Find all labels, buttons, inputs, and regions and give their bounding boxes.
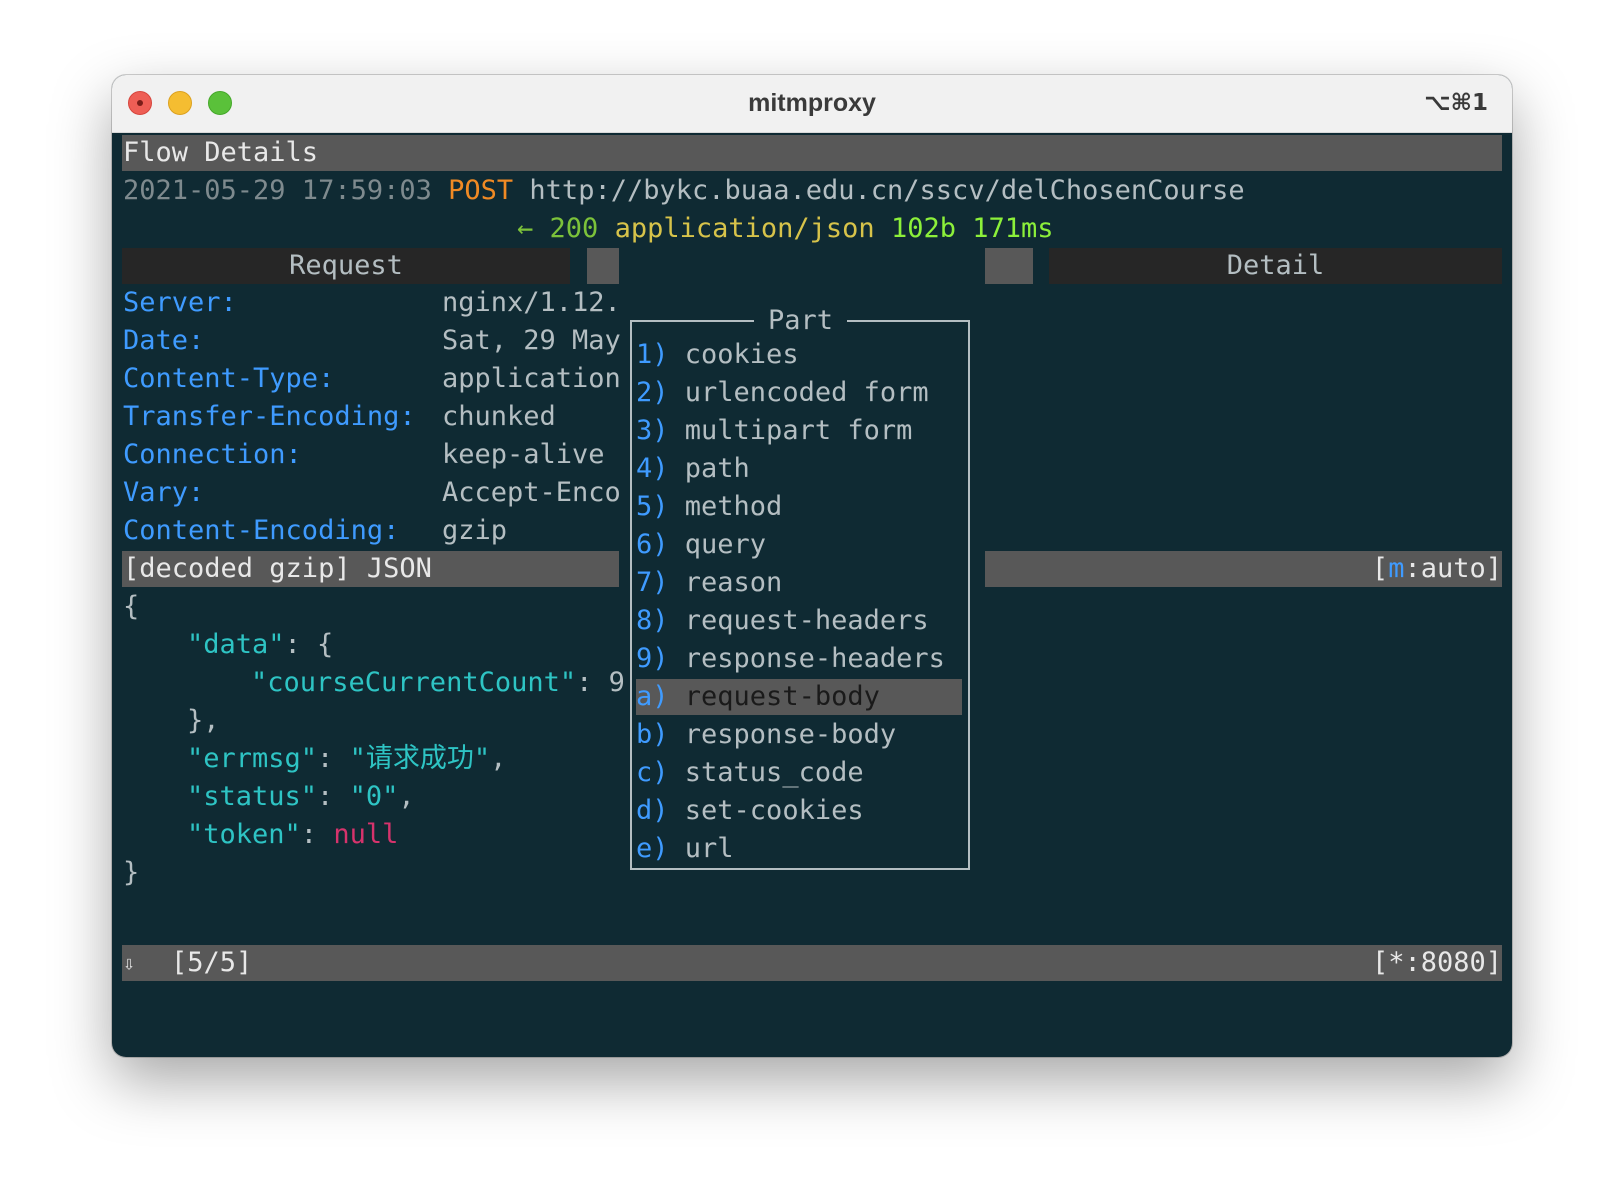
- part-option-response-headers[interactable]: 9) response-headers: [636, 641, 962, 677]
- popup-title: Part: [754, 302, 848, 340]
- part-option-path[interactable]: 4) path: [636, 451, 962, 487]
- part-option-multipart-form[interactable]: 3) multipart form: [636, 413, 962, 449]
- listen-address: [*:8080]: [1371, 947, 1502, 978]
- header-key: Transfer-Encoding:: [123, 401, 416, 432]
- json-line: }: [123, 857, 140, 888]
- content-type: application/json: [614, 213, 875, 244]
- page-title: Flow Details: [123, 137, 319, 168]
- header-key: Content-Encoding:: [123, 515, 400, 546]
- part-option-query[interactable]: 6) query: [636, 527, 962, 563]
- flow-details-bar: [122, 135, 1502, 171]
- header-key: Vary:: [123, 477, 205, 508]
- header-value: chunked: [442, 401, 556, 432]
- header-value: gzip: [442, 515, 508, 546]
- part-option-urlencoded-form[interactable]: 2) urlencoded form: [636, 375, 962, 411]
- response-duration: 171ms: [972, 213, 1054, 244]
- response-line: ← 200 application/json 102b 171ms: [517, 210, 1054, 248]
- http-method: POST: [448, 175, 514, 206]
- part-option-set-cookies[interactable]: d) set-cookies: [636, 793, 962, 829]
- part-selection-popup: Part 1) cookies 2) urlencoded form 3) mu…: [630, 302, 970, 870]
- json-line: },: [187, 705, 220, 736]
- request-url: http://bykc.buaa.edu.cn/sscv/delChosenCo…: [529, 175, 1245, 206]
- header-value: keep-alive: [442, 439, 605, 470]
- header-key: Connection:: [123, 439, 302, 470]
- header-key: Content-Type:: [123, 363, 335, 394]
- response-arrow: ←: [517, 213, 534, 244]
- tab-request-label: Request: [289, 250, 403, 281]
- flow-position: [5/5]: [171, 947, 253, 978]
- header-value: Accept-Enco: [442, 477, 621, 508]
- header-key: Date:: [123, 325, 205, 356]
- body-encoding-label: [decoded gzip] JSON: [123, 553, 432, 584]
- timestamp: 2021-05-29 17:59:03: [123, 175, 432, 206]
- json-line: {: [123, 591, 140, 622]
- header-value: nginx/1.12.: [442, 287, 621, 318]
- json-line: "status": "0",: [187, 781, 415, 812]
- tab-response-stub-right[interactable]: [985, 248, 1033, 284]
- terminal-window: mitmproxy ⌥⌘1 Flow Details 2021-05-29 17…: [112, 75, 1512, 1057]
- part-option-response-body[interactable]: b) response-body: [636, 717, 962, 753]
- tab-response-stub[interactable]: [587, 248, 619, 284]
- header-key: Server:: [123, 287, 237, 318]
- part-option-reason[interactable]: 7) reason: [636, 565, 962, 601]
- part-option-request-headers[interactable]: 8) request-headers: [636, 603, 962, 639]
- scroll-down-icon: ⇩: [123, 951, 136, 975]
- json-line: "courseCurrentCount": 9: [251, 667, 625, 698]
- part-option-request-body[interactable]: a) request-body: [636, 679, 962, 715]
- response-size: 102b: [890, 213, 956, 244]
- window-shortcut: ⌥⌘1: [1424, 90, 1488, 116]
- json-line: "token": null: [187, 819, 399, 850]
- header-value: application: [442, 363, 621, 394]
- view-mode-indicator[interactable]: [m:auto]: [1372, 550, 1502, 588]
- request-line: 2021-05-29 17:59:03 POST http://bykc.bua…: [123, 172, 1245, 210]
- status-bar: [122, 945, 1502, 981]
- tab-detail-label: Detail: [1226, 250, 1325, 281]
- part-option-status-code[interactable]: c) status_code: [636, 755, 962, 791]
- window-title: mitmproxy: [748, 89, 876, 117]
- part-option-cookies[interactable]: 1) cookies: [636, 337, 962, 373]
- part-option-url[interactable]: e) url: [636, 831, 962, 867]
- view-mode-key: m: [1388, 553, 1405, 584]
- status-code: 200: [549, 213, 599, 244]
- json-line: "errmsg": "请求成功",: [187, 743, 507, 774]
- header-value: Sat, 29 May: [442, 325, 621, 356]
- part-option-method[interactable]: 5) method: [636, 489, 962, 525]
- title-bar: mitmproxy ⌥⌘1: [112, 75, 1512, 133]
- json-line: "data": {: [187, 629, 334, 660]
- terminal-content: Flow Details 2021-05-29 17:59:03 POST ht…: [112, 132, 1512, 1057]
